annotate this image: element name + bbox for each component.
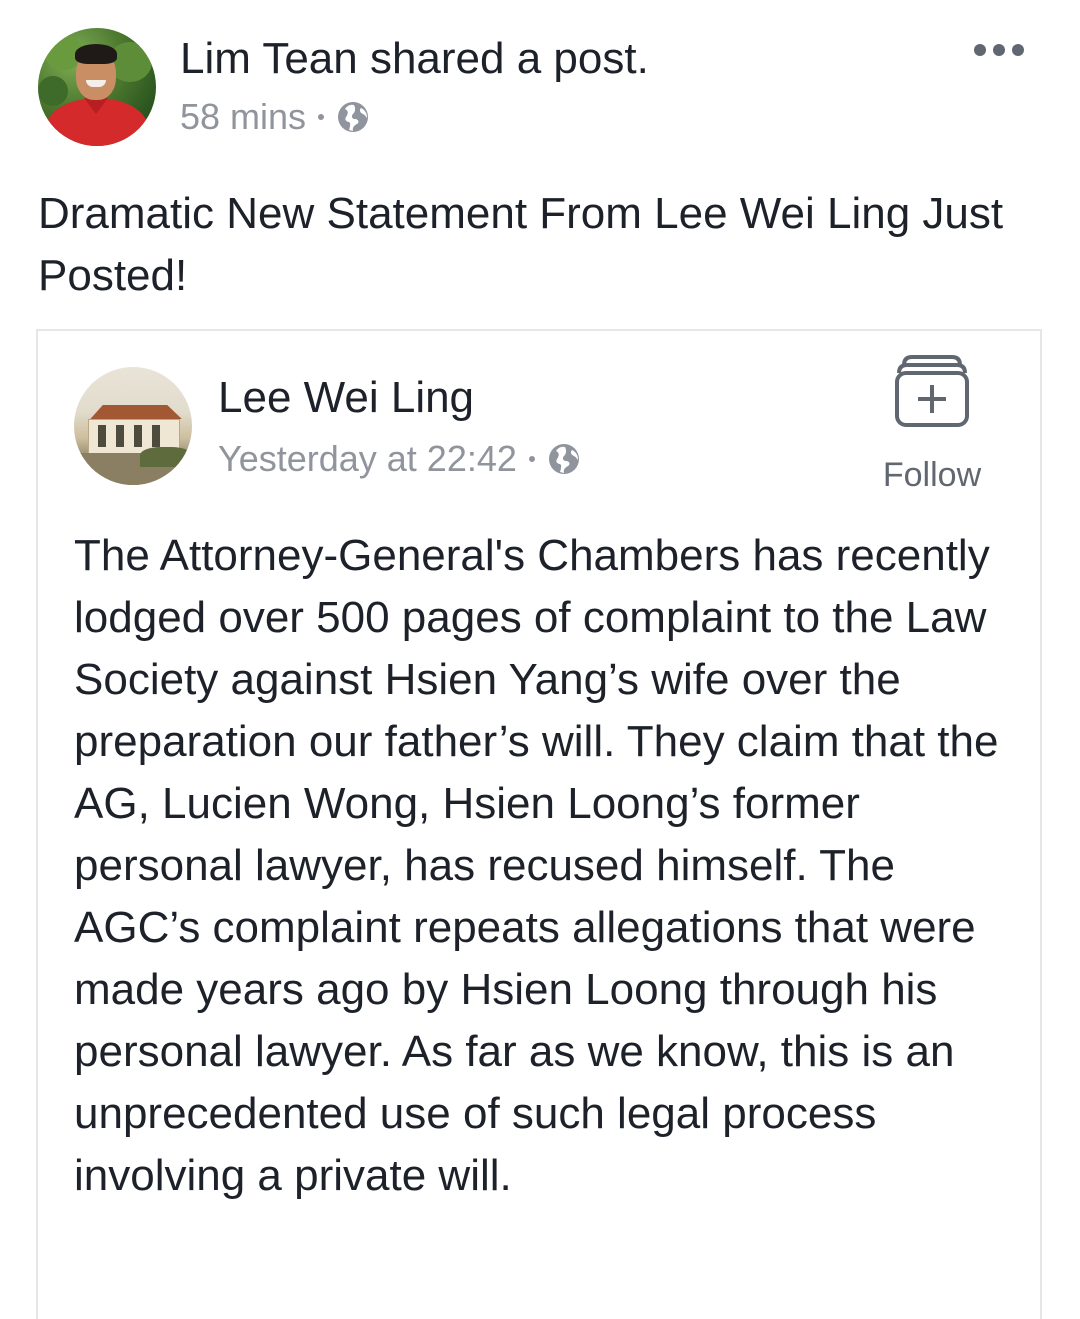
avatar-roof: [90, 405, 182, 419]
avatar-window: [116, 425, 124, 447]
globe-icon[interactable]: [547, 442, 581, 476]
follow-label: Follow: [882, 456, 982, 494]
avatar-hedge: [140, 447, 192, 467]
shared-post-body: The Attorney-General's Chambers has rece…: [74, 531, 999, 1200]
shared-post-card[interactable]: Lee Wei Ling Yesterday at 22:42 Follow T…: [36, 329, 1042, 1319]
globe-icon[interactable]: [336, 100, 370, 134]
meta-separator: [528, 456, 535, 462]
post-text: Dramatic New Statement From Lee Wei Ling…: [38, 189, 1004, 300]
avatar[interactable]: [38, 28, 156, 146]
shared-author-name[interactable]: Lee Wei Ling: [218, 371, 474, 425]
post-timestamp[interactable]: 58 mins: [180, 95, 306, 139]
more-options-icon[interactable]: [974, 38, 1024, 62]
more-dot: [1012, 44, 1024, 56]
more-dot: [993, 44, 1005, 56]
avatar-window: [98, 425, 106, 447]
shared-author-avatar[interactable]: [74, 367, 192, 485]
avatar-background: [38, 76, 68, 106]
follow-button[interactable]: Follow: [878, 353, 986, 494]
avatar-window: [152, 425, 160, 447]
shared-timestamp[interactable]: Yesterday at 22:42: [218, 437, 517, 481]
shared-meta: Yesterday at 22:42: [218, 437, 581, 481]
avatar-hair: [75, 44, 117, 64]
post-header: Lim Tean shared a post. 58 mins: [38, 28, 1048, 148]
post-author-line[interactable]: Lim Tean shared a post.: [180, 32, 649, 86]
post-meta: 58 mins: [180, 95, 370, 139]
follow-plus-icon: [895, 355, 969, 427]
avatar-window: [134, 425, 142, 447]
meta-separator: [318, 114, 325, 120]
more-dot: [974, 44, 986, 56]
